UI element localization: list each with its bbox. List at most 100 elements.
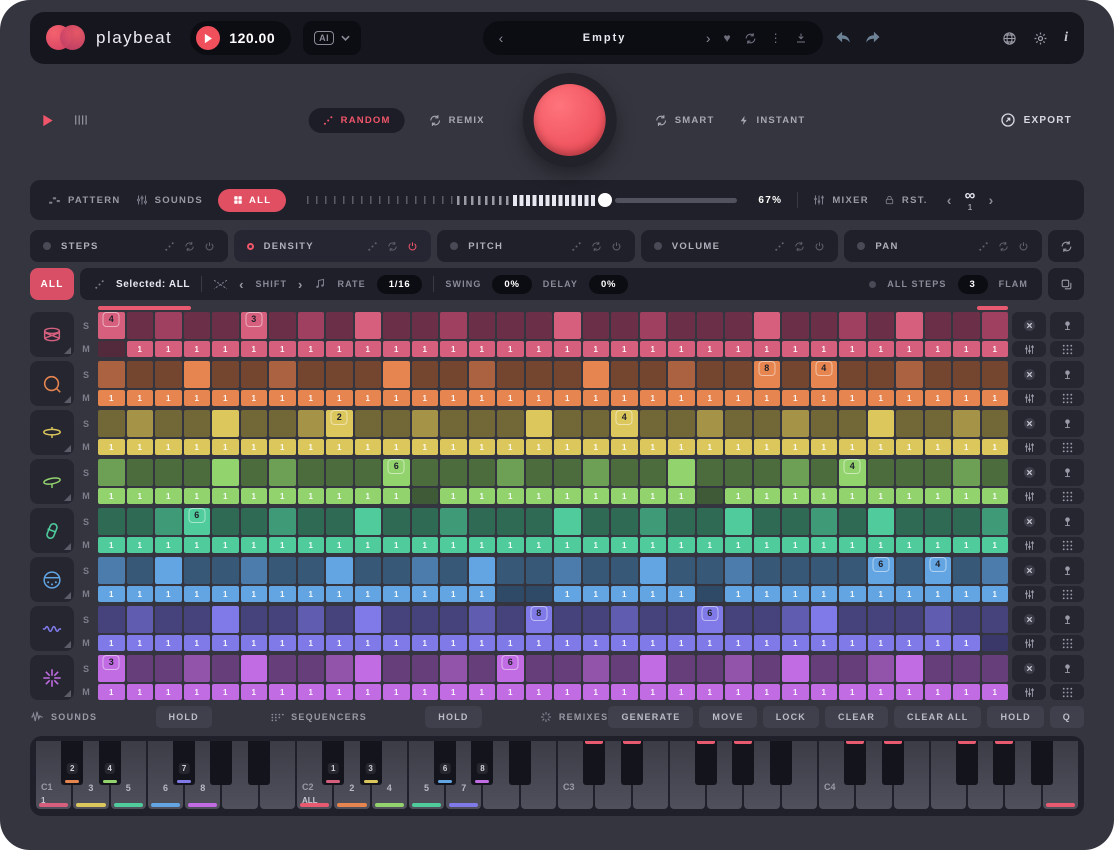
step-cell[interactable] <box>184 312 211 339</box>
reset-lock-button[interactable]: RST. <box>884 194 928 206</box>
microstep-cell[interactable]: 1 <box>155 537 182 553</box>
step-cell[interactable] <box>326 557 353 584</box>
step-cell[interactable] <box>697 557 724 584</box>
step-cell[interactable] <box>469 459 496 486</box>
step-cell[interactable] <box>982 557 1009 584</box>
step-cell[interactable] <box>326 312 353 339</box>
microstep-cell[interactable]: 1 <box>469 341 496 357</box>
track-clear-button[interactable] <box>1012 655 1046 682</box>
microstep-cell[interactable]: 1 <box>640 586 667 602</box>
microstep-cell[interactable]: 1 <box>127 537 154 553</box>
step-cell[interactable] <box>953 606 980 633</box>
microstep-cell[interactable]: 1 <box>925 439 952 455</box>
microstep-cell[interactable]: 1 <box>269 586 296 602</box>
microstep-cell[interactable]: 1 <box>896 586 923 602</box>
step-cell[interactable] <box>611 606 638 633</box>
preset-save-icon[interactable] <box>795 32 807 44</box>
step-cell[interactable] <box>241 606 268 633</box>
bpm-control[interactable]: 120.00 <box>190 21 291 55</box>
black-key[interactable] <box>621 741 643 785</box>
microstep-cell[interactable]: 1 <box>839 537 866 553</box>
microstep-cell[interactable]: 1 <box>839 684 866 700</box>
step-cell[interactable] <box>269 410 296 437</box>
microstep-cell[interactable]: 1 <box>383 488 410 504</box>
microstep-cell[interactable]: 1 <box>298 390 325 406</box>
step-cell[interactable] <box>953 410 980 437</box>
step-cell[interactable] <box>583 508 610 535</box>
step-cell[interactable] <box>925 606 952 633</box>
step-cell[interactable] <box>127 459 154 486</box>
track-solo-button[interactable] <box>1050 655 1084 682</box>
microstep-cell[interactable]: 1 <box>754 635 781 651</box>
globe-icon[interactable] <box>1002 31 1017 46</box>
black-key[interactable] <box>882 741 904 785</box>
step-cell[interactable] <box>896 312 923 339</box>
step-cell[interactable] <box>412 410 439 437</box>
step-cell[interactable] <box>497 557 524 584</box>
power-icon[interactable] <box>204 241 215 252</box>
microstep-cell[interactable]: 1 <box>811 586 838 602</box>
microstep-cell[interactable]: 1 <box>982 488 1009 504</box>
step-cell[interactable] <box>440 557 467 584</box>
step-cell[interactable] <box>127 361 154 388</box>
xy-link-icon[interactable] <box>213 279 228 290</box>
track-clear-button[interactable] <box>1012 557 1046 584</box>
microstep-cell[interactable]: 1 <box>155 341 182 357</box>
black-key[interactable] <box>248 741 270 785</box>
tab-pitch[interactable]: PITCH <box>437 230 635 262</box>
microstep-cell[interactable]: 1 <box>782 341 809 357</box>
microstep-cell[interactable]: 1 <box>155 635 182 651</box>
step-cell[interactable]: 3 <box>98 655 125 682</box>
microstep-cell[interactable]: 1 <box>298 439 325 455</box>
microstep-cell[interactable]: 1 <box>412 341 439 357</box>
step-cell[interactable] <box>212 655 239 682</box>
microstep-cell[interactable]: 1 <box>583 635 610 651</box>
microstep-cell[interactable]: 1 <box>526 635 553 651</box>
microstep-cell[interactable]: 1 <box>383 341 410 357</box>
step-cell[interactable] <box>953 508 980 535</box>
step-cell[interactable] <box>269 508 296 535</box>
microstep-cell[interactable]: 1 <box>469 439 496 455</box>
step-cell[interactable] <box>269 312 296 339</box>
step-cell[interactable] <box>554 410 581 437</box>
microstep-cell[interactable]: 1 <box>953 439 980 455</box>
tab-density[interactable]: DENSITY <box>234 230 432 262</box>
microstep-cell[interactable]: 1 <box>982 537 1009 553</box>
microstep-cell[interactable]: 1 <box>811 684 838 700</box>
microstep-cell[interactable]: 1 <box>98 439 125 455</box>
microstep-cell[interactable]: 1 <box>497 684 524 700</box>
step-cell[interactable] <box>355 410 382 437</box>
step-cell[interactable] <box>298 557 325 584</box>
microstep-cell[interactable]: 1 <box>127 390 154 406</box>
microstep-cell[interactable]: 1 <box>554 586 581 602</box>
microstep-cell[interactable]: 1 <box>98 488 125 504</box>
step-cell[interactable]: 6 <box>697 606 724 633</box>
step-cell[interactable]: 6 <box>383 459 410 486</box>
step-cell[interactable] <box>355 459 382 486</box>
step-cell[interactable] <box>469 557 496 584</box>
microstep-cell[interactable]: 1 <box>269 537 296 553</box>
microstep-cell[interactable]: 1 <box>355 635 382 651</box>
step-cell[interactable]: 4 <box>811 361 838 388</box>
step-cell[interactable] <box>697 312 724 339</box>
microstep-cell[interactable]: 1 <box>953 488 980 504</box>
microstep-cell[interactable]: 1 <box>355 586 382 602</box>
step-cell[interactable] <box>298 459 325 486</box>
dice-icon[interactable] <box>978 241 989 252</box>
microstep-cell[interactable]: 1 <box>611 439 638 455</box>
microstep-cell[interactable]: 1 <box>725 635 752 651</box>
clear-all-button[interactable]: CLEAR ALL <box>894 706 981 728</box>
microstep-cell[interactable]: 1 <box>697 537 724 553</box>
step-cell[interactable] <box>583 410 610 437</box>
step-cell[interactable] <box>668 606 695 633</box>
microstep-cell[interactable] <box>982 635 1009 651</box>
microstep-cell[interactable]: 1 <box>697 390 724 406</box>
power-icon[interactable] <box>407 241 418 252</box>
smart-button[interactable]: SMART <box>655 114 715 127</box>
black-key[interactable] <box>993 741 1015 785</box>
microstep-cell[interactable]: 1 <box>469 635 496 651</box>
microstep-cell[interactable]: 1 <box>355 439 382 455</box>
step-cell[interactable] <box>668 459 695 486</box>
microstep-cell[interactable]: 1 <box>782 439 809 455</box>
step-cell[interactable] <box>212 361 239 388</box>
